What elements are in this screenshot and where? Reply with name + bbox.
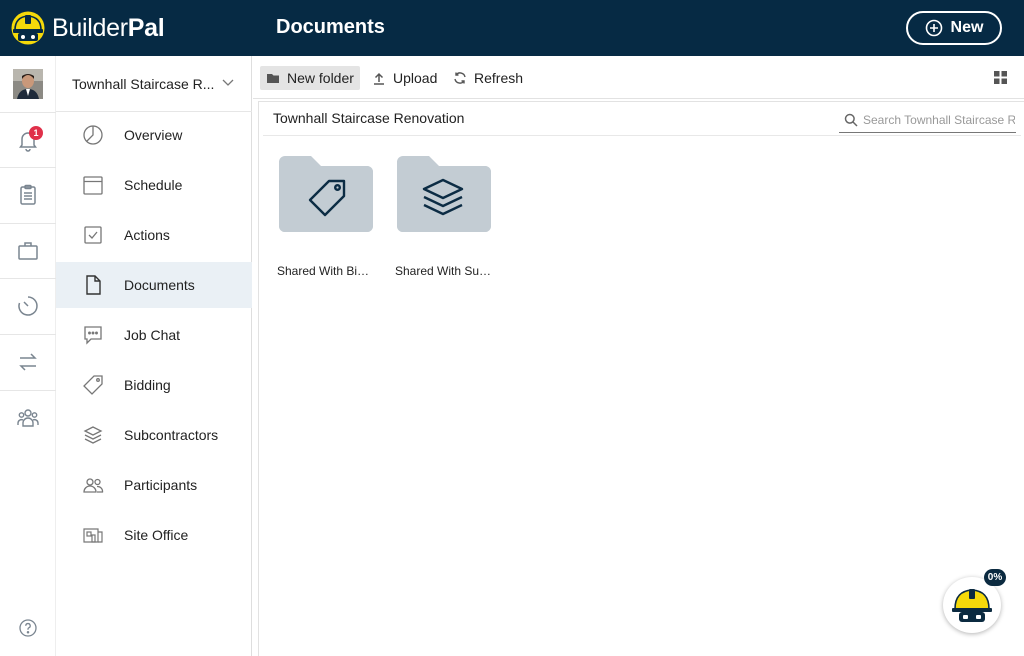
- briefcase-icon: [18, 241, 38, 260]
- layers-folder-icon: [397, 156, 491, 232]
- folder-label: Shared With Sub...: [395, 264, 493, 278]
- sidebar-item-label: Documents: [124, 277, 195, 293]
- sidebar-item-label: Job Chat: [124, 327, 181, 343]
- documents-toolbar: New folder Upload Refresh: [253, 56, 1024, 99]
- builderpal-logo[interactable]: BuilderPal: [10, 9, 165, 47]
- project-sidebar: Townhall Staircase R... Overview Schedul…: [56, 56, 252, 656]
- divider: [263, 135, 1021, 136]
- plus-circle-icon: [925, 19, 942, 37]
- grid-view-icon[interactable]: [994, 71, 1007, 84]
- search-box[interactable]: [839, 107, 1016, 133]
- refresh-button[interactable]: Refresh: [447, 66, 529, 90]
- folder-shared-with-bid[interactable]: Shared With Bid ...: [277, 154, 377, 284]
- sidebar-item-bidding[interactable]: Bidding: [56, 362, 252, 408]
- sidebar-item-label: Subcontractors: [124, 427, 219, 443]
- rail-transfer[interactable]: [0, 334, 56, 388]
- new-button[interactable]: New: [906, 11, 1002, 45]
- upload-button[interactable]: Upload: [366, 66, 443, 90]
- new-folder-button[interactable]: New folder: [260, 66, 360, 90]
- document-icon: [86, 275, 101, 295]
- rail-notifications[interactable]: 1: [0, 112, 56, 166]
- calendar-icon: [83, 176, 103, 195]
- chevron-down-icon: [222, 79, 234, 86]
- sidebar-item-label: Participants: [124, 477, 198, 493]
- rail-team[interactable]: [0, 390, 56, 444]
- avatar[interactable]: [13, 69, 43, 99]
- sidebar-item-label: Site Office: [124, 527, 189, 543]
- sidebar-item-documents[interactable]: Documents: [56, 262, 252, 308]
- folder-label: Shared With Bid ...: [277, 264, 375, 278]
- icon-rail: 1: [0, 56, 56, 656]
- search-input[interactable]: [863, 112, 1015, 127]
- notification-badge: 1: [29, 126, 43, 140]
- sidebar-item-label: Schedule: [124, 177, 183, 193]
- team-icon: [17, 408, 39, 427]
- upload-icon: [374, 72, 384, 85]
- sidebar-item-participants[interactable]: Participants: [56, 462, 252, 508]
- page-title: Documents: [276, 16, 385, 38]
- search-icon: [844, 113, 858, 127]
- pie-chart-icon: [83, 125, 103, 145]
- refresh-label: Refresh: [474, 70, 524, 86]
- layers-icon: [83, 426, 103, 444]
- help-icon[interactable]: [18, 618, 38, 638]
- rail-clipboard[interactable]: [0, 167, 56, 221]
- brand-name: BuilderPal: [52, 13, 165, 42]
- people-icon: [83, 478, 104, 493]
- sidebar-item-label: Bidding: [124, 377, 171, 393]
- sidebar-item-label: Actions: [124, 227, 170, 243]
- tag-folder-icon: [279, 156, 373, 232]
- file-browser: Townhall Staircase Renovation Shared Wit…: [258, 101, 1024, 656]
- timer-icon: [18, 295, 38, 316]
- clipboard-icon: [20, 184, 36, 205]
- rail-briefcase[interactable]: [0, 223, 56, 277]
- documents-panel: New folder Upload Refresh Townhall Stair…: [253, 56, 1024, 656]
- checkbox-icon: [84, 226, 102, 244]
- sidebar-item-label: Overview: [124, 127, 183, 143]
- project-name: Townhall Staircase R...: [72, 75, 215, 92]
- sidebar-item-schedule[interactable]: Schedule: [56, 162, 252, 208]
- sidebar-item-job-chat[interactable]: Job Chat: [56, 312, 252, 358]
- sidebar-item-site-office[interactable]: Site Office: [56, 512, 252, 558]
- sidebar-item-subcontractors[interactable]: Subcontractors: [56, 412, 252, 458]
- new-button-label: New: [950, 19, 984, 36]
- hardhat-logo-icon: [11, 11, 45, 45]
- sidebar-item-overview[interactable]: Overview: [56, 112, 252, 158]
- site-office-icon: [83, 528, 103, 543]
- rail-timer[interactable]: [0, 278, 56, 332]
- tag-icon: [83, 375, 103, 395]
- sidebar-item-actions[interactable]: Actions: [56, 212, 252, 258]
- hardhat-assistant-icon: [952, 589, 992, 622]
- breadcrumb[interactable]: Townhall Staircase Renovation: [273, 110, 464, 126]
- folder-icon: [267, 74, 279, 83]
- progress-badge: 0%: [984, 569, 1006, 586]
- chat-icon: [84, 326, 102, 345]
- user-photo-icon: [13, 69, 43, 99]
- new-folder-label: New folder: [287, 70, 354, 86]
- swap-arrows-icon: [19, 352, 37, 371]
- refresh-icon: [454, 72, 466, 84]
- folder-shared-with-sub[interactable]: Shared With Sub...: [395, 154, 495, 284]
- top-bar: BuilderPal Documents New: [0, 0, 1024, 56]
- upload-label: Upload: [393, 70, 438, 86]
- project-selector[interactable]: Townhall Staircase R...: [56, 56, 252, 112]
